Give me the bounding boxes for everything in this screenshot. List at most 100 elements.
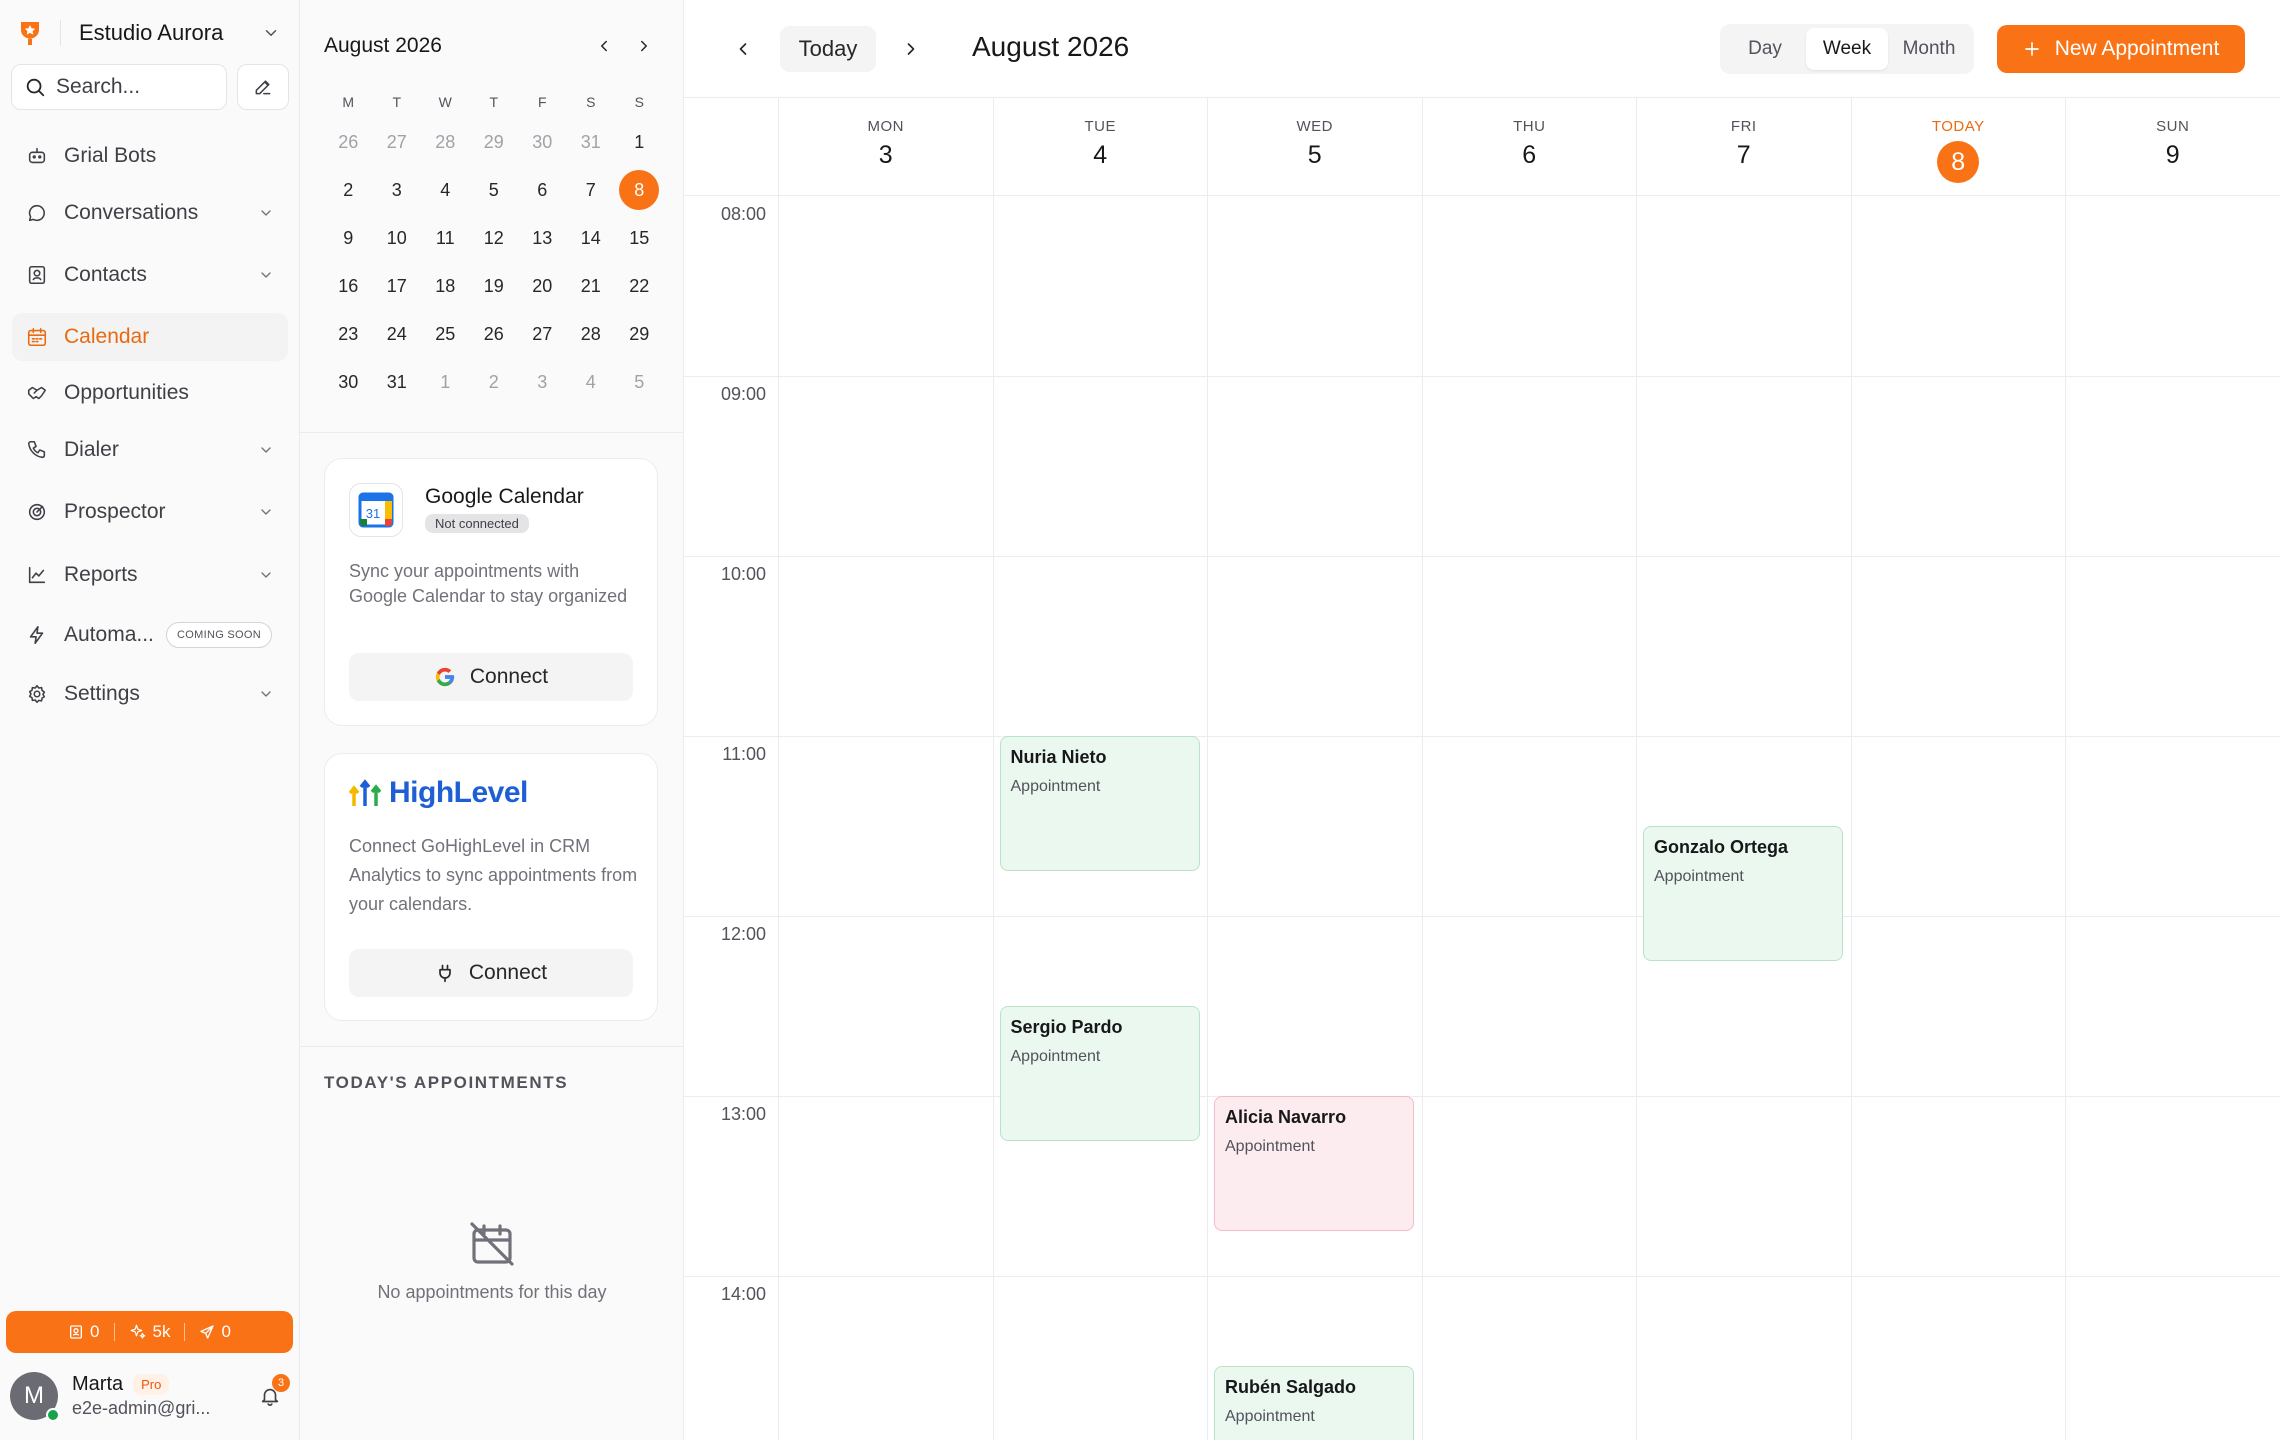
view-week-tab[interactable]: Week: [1806, 28, 1888, 70]
mini-calendar-day[interactable]: 29: [470, 132, 519, 153]
appointment-event[interactable]: Gonzalo Ortega Appointment: [1643, 826, 1843, 961]
google-connect-button[interactable]: Connect: [349, 653, 633, 701]
mini-calendar-day[interactable]: 9: [324, 228, 373, 249]
mini-calendar-day[interactable]: 13: [518, 228, 567, 249]
day-header-fri[interactable]: FRI 7: [1636, 98, 1851, 195]
selected-day[interactable]: 8: [615, 170, 664, 210]
sidebar-item-calendar[interactable]: Calendar: [12, 313, 288, 361]
mini-calendar-day[interactable]: 2: [324, 180, 373, 201]
mini-calendar-day[interactable]: 30: [518, 132, 567, 153]
mini-calendar-day[interactable]: 6: [518, 180, 567, 201]
mini-calendar-day[interactable]: 1: [615, 132, 664, 153]
appointment-event[interactable]: Rubén Salgado Appointment: [1214, 1366, 1414, 1440]
user-profile[interactable]: M Marta Pro e2e-admin@gri... 3: [10, 1364, 290, 1428]
sidebar-item-contacts[interactable]: Contacts: [12, 251, 288, 299]
mini-calendar-day[interactable]: 4: [421, 180, 470, 201]
calendar-side-panel: August 2026 M T W T F S S 26 27 28 29 30 31 1 2 3 4 5 6 7 8 9…: [300, 0, 684, 1440]
empty-state: No appointments for this day: [300, 1220, 684, 1303]
mini-calendar-day[interactable]: 20: [518, 276, 567, 297]
next-week-button[interactable]: [888, 26, 934, 72]
mini-calendar-day[interactable]: 22: [615, 276, 664, 297]
day-header-thu[interactable]: THU 6: [1421, 98, 1637, 195]
send-icon: [199, 1324, 215, 1340]
mini-calendar-day[interactable]: 26: [324, 132, 373, 153]
notifications-button[interactable]: 3: [250, 1374, 290, 1416]
sidebar-item-opportunities[interactable]: Opportunities: [12, 369, 288, 417]
hour-gridline: [684, 376, 2280, 377]
mini-calendar-day[interactable]: 31: [373, 372, 422, 393]
sidebar-item-label: Automa...: [64, 623, 154, 646]
view-day-tab[interactable]: Day: [1724, 28, 1806, 70]
mini-calendar-day[interactable]: 21: [567, 276, 616, 297]
day-column-divider: [778, 196, 779, 1440]
mini-calendar-day[interactable]: 2: [470, 372, 519, 393]
credits-bar[interactable]: 0 5k 0: [6, 1311, 293, 1353]
mini-calendar-day[interactable]: 4: [567, 372, 616, 393]
mini-calendar-day[interactable]: 18: [421, 276, 470, 297]
mini-calendar-day[interactable]: 31: [567, 132, 616, 153]
mini-calendar-day[interactable]: 23: [324, 324, 373, 345]
view-month-tab[interactable]: Month: [1888, 28, 1970, 70]
mini-next-month-button[interactable]: [624, 28, 664, 64]
mini-calendar-day[interactable]: 27: [373, 132, 422, 153]
time-grid[interactable]: 08:00 09:00 10:00 11:00 12:00 13:00 14:00 Nuria…: [684, 195, 2280, 1440]
sent-credit: 0: [221, 1322, 231, 1341]
mini-calendar-day[interactable]: 30: [324, 372, 373, 393]
mini-calendar-day[interactable]: 7: [567, 180, 616, 201]
sidebar-item-automa[interactable]: Automa... COMING SOON: [12, 611, 288, 659]
mini-calendar-day[interactable]: 25: [421, 324, 470, 345]
mini-calendar-day[interactable]: 16: [324, 276, 373, 297]
mini-calendar-day[interactable]: 19: [470, 276, 519, 297]
day-header-wed[interactable]: WED 5: [1207, 98, 1422, 195]
day-number: 8: [1937, 141, 1980, 183]
mini-calendar-day[interactable]: 5: [470, 180, 519, 201]
mini-calendar-day[interactable]: 12: [470, 228, 519, 249]
mini-calendar-day[interactable]: 14: [567, 228, 616, 249]
mini-calendar-day[interactable]: 24: [373, 324, 422, 345]
sidebar-item-dialer[interactable]: Dialer: [12, 426, 288, 474]
day-header-today[interactable]: TODAY 8: [1850, 98, 2066, 195]
appointment-event[interactable]: Alicia Navarro Appointment: [1214, 1096, 1414, 1231]
mini-calendar-day[interactable]: 28: [421, 132, 470, 153]
ai-credit: 5k: [152, 1322, 171, 1341]
day-header-mon[interactable]: MON 3: [778, 98, 993, 195]
calendar-title: August 2026: [972, 31, 1130, 62]
workspace-switcher[interactable]: Estudio Aurora: [14, 12, 286, 54]
sidebar-item-conversations[interactable]: Conversations: [12, 189, 288, 237]
day-header-sun[interactable]: SUN 9: [2065, 98, 2280, 195]
plus-icon: [2023, 40, 2041, 58]
mini-calendar-day[interactable]: 3: [373, 180, 422, 201]
time-label: 13:00: [720, 1104, 766, 1124]
mini-calendar-day[interactable]: 15: [615, 228, 664, 249]
mini-calendar-day[interactable]: 10: [373, 228, 422, 249]
day-header-tue[interactable]: TUE 4: [992, 98, 1208, 195]
sidebar-item-reports[interactable]: Reports: [12, 551, 288, 599]
search-input[interactable]: Search...: [11, 64, 227, 110]
today-button[interactable]: Today: [780, 26, 876, 72]
mini-calendar-day[interactable]: 29: [615, 324, 664, 345]
mini-calendar-day[interactable]: 17: [373, 276, 422, 297]
sidebar-item-label: Calendar: [64, 325, 150, 348]
highlevel-connect-button[interactable]: Connect: [349, 949, 633, 997]
new-appointment-button[interactable]: New Appointment: [1997, 25, 2245, 73]
mini-calendar-day[interactable]: 28: [567, 324, 616, 345]
mini-calendar-day[interactable]: 1: [421, 372, 470, 393]
compose-button[interactable]: [237, 64, 289, 110]
coming-soon-badge: COMING SOON: [166, 622, 272, 648]
mini-calendar-day[interactable]: 27: [518, 324, 567, 345]
mini-calendar-day[interactable]: 3: [518, 372, 567, 393]
sidebar-item-settings[interactable]: Settings: [12, 670, 288, 718]
appointment-contact-name: Alicia Navarro: [1225, 1107, 1347, 1127]
mini-calendar-day[interactable]: 5: [615, 372, 664, 393]
mini-calendar-day[interactable]: 26: [470, 324, 519, 345]
day-column-divider: [1636, 196, 1637, 1440]
appointment-event[interactable]: Sergio Pardo Appointment: [999, 1006, 1200, 1141]
mini-prev-month-button[interactable]: [584, 28, 624, 64]
sidebar-item-label: Dialer: [64, 438, 119, 461]
sidebar-item-label: Settings: [64, 682, 140, 705]
sidebar-item-grial-bots[interactable]: Grial Bots: [12, 132, 288, 180]
appointment-event[interactable]: Nuria Nieto Appointment: [999, 736, 1200, 871]
sidebar-item-prospector[interactable]: Prospector: [12, 488, 288, 536]
mini-calendar-day[interactable]: 11: [421, 228, 470, 249]
prev-week-button[interactable]: [720, 26, 766, 72]
